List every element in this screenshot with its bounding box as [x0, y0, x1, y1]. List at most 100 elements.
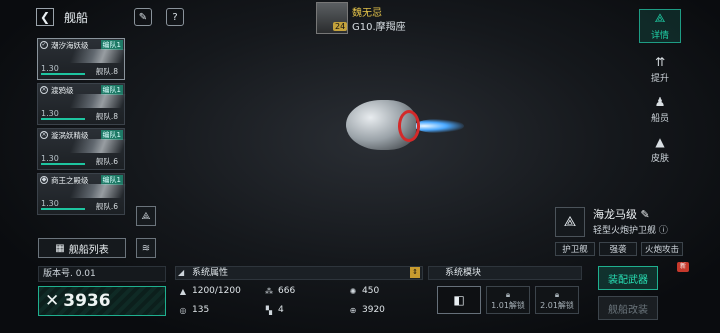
attr-value: 450	[362, 286, 380, 296]
attr-grid: ▚ 4	[264, 305, 284, 315]
attributes-title: 系统属性	[192, 268, 229, 278]
ship-engine-ring	[398, 110, 420, 142]
ship-tag-chip: 护卫舰	[555, 242, 595, 256]
ship-tag-chip: 强袭	[599, 242, 637, 256]
info-icon[interactable]: ⓘ	[659, 226, 668, 236]
ship-tag-chip: 火炮攻击	[641, 242, 683, 256]
module-slot-3[interactable]: 🔒︎ 2.01解锁	[535, 286, 579, 314]
ship-class-icon: ⟁	[555, 207, 585, 237]
ship-fleet: 舰队.6	[95, 202, 118, 211]
tab-skin[interactable]: ▲ 皮肤	[639, 132, 681, 166]
attr-armor: ▲ 1200/1200	[178, 286, 241, 296]
cargo-icon: ⁂	[265, 286, 273, 296]
ship-card[interactable]: × 漩涡妖精级 编队1 1.30 舰队.6	[37, 128, 127, 170]
lock-icon: 🔒︎	[505, 289, 511, 299]
ship-level: 1.30	[41, 109, 59, 118]
module-slot-2[interactable]: 🔒︎ 1.01解锁	[486, 286, 530, 314]
upgrade-icon: ⇈	[654, 54, 666, 69]
attr-value: 4	[278, 305, 284, 315]
ship-fleet: 舰队.8	[95, 112, 118, 121]
tab-upgrade[interactable]: ⇈ 提升	[639, 52, 681, 86]
module-unlock-label: 1.01解锁	[491, 300, 525, 310]
crew-icon: ♟	[654, 94, 666, 109]
wave-icon: ≋	[141, 242, 151, 254]
attr-value: 135	[192, 305, 210, 315]
attr-value: 3920	[362, 305, 385, 315]
ship-list-label: 舰船列表	[68, 244, 109, 256]
ship-list-button[interactable]: ▦ 舰船列表	[38, 238, 126, 258]
crossed-swords-icon: ✕	[45, 291, 60, 311]
new-badge: 新	[677, 262, 689, 272]
commander-level: 24	[333, 22, 348, 31]
module-slot-1[interactable]: ◧	[437, 286, 481, 314]
expand-icon[interactable]: ◢	[178, 268, 184, 277]
ship-modify-button[interactable]: 舰船改装	[598, 296, 658, 320]
check-icon: ✓	[40, 41, 48, 49]
ship-thumbnail	[69, 49, 127, 63]
pen-icon: ✎	[138, 11, 148, 23]
location-label: G10.摩羯座	[352, 22, 406, 33]
tab-label: 详情	[650, 31, 669, 41]
shield-icon: ◎	[179, 305, 187, 315]
ship-progress	[41, 208, 85, 210]
check-icon: ×	[40, 86, 48, 94]
page-title: 舰船	[64, 11, 89, 25]
question-icon: ?	[172, 11, 178, 23]
range-icon: ⊕	[349, 305, 357, 315]
ship-card[interactable]: ◆ 商王之殿级 编队1 1.30 舰队.6	[37, 173, 127, 215]
fleet-icon: ⟁	[141, 210, 151, 222]
ship-thumbnail	[69, 94, 127, 108]
module-icon: ◧	[453, 293, 465, 307]
ship-type: 轻型火炮护卫舰 ⓘ	[593, 223, 668, 236]
fleet-filter-button[interactable]: ⟁	[136, 206, 156, 226]
attr-range: ⊕ 3920	[348, 305, 385, 315]
tab-label: 皮肤	[650, 153, 669, 164]
ship-progress	[41, 163, 85, 165]
back-button[interactable]: ❮	[36, 8, 54, 26]
attr-cargo: ⁂ 666	[264, 286, 295, 296]
edit-icon[interactable]: ✎	[641, 208, 650, 221]
sort-toggle-icon[interactable]: ⇕	[410, 267, 420, 278]
attr-speed: ✺ 450	[348, 286, 380, 296]
edit-button[interactable]: ✎	[134, 8, 152, 26]
ship-fleet: 舰队.6	[95, 157, 118, 166]
ship-level: 1.30	[41, 199, 59, 208]
speed-icon: ✺	[349, 286, 357, 296]
ship-fleet: 舰队.8	[95, 67, 118, 76]
ship-progress	[41, 118, 85, 120]
armor-icon: ▲	[179, 286, 187, 296]
ship-level: 1.30	[41, 154, 59, 163]
ship-level: 1.30	[41, 64, 59, 73]
combat-power: ✕ 3936	[38, 286, 166, 316]
ship-name: 海龙马级 ✎	[593, 206, 650, 222]
grid-icon: ▦	[55, 242, 65, 254]
ship-type-text: 轻型火炮护卫舰	[593, 226, 657, 236]
ship-model[interactable]	[346, 100, 464, 150]
ship-thumbnail	[69, 139, 127, 153]
attributes-header: 系统属性	[175, 266, 423, 280]
skin-icon: ▲	[655, 134, 665, 149]
chevron-left-icon: ❮	[39, 10, 51, 24]
tab-crew[interactable]: ♟ 船员	[639, 92, 681, 126]
ship-name-text: 海龙马级	[593, 208, 637, 221]
ship-card[interactable]: ✓ 潮汐海妖级 编队1 1.30 舰队.8	[37, 38, 127, 80]
modules-header: 系统模块	[428, 266, 582, 280]
attr-value: 1200/1200	[192, 286, 241, 296]
ship-thumbnail	[69, 184, 127, 198]
version-label: 版本号. 0.01	[38, 266, 166, 282]
tab-label: 提升	[650, 73, 669, 84]
module-unlock-label: 2.01解锁	[540, 300, 574, 310]
power-value: 3936	[63, 291, 111, 311]
equip-weapons-button[interactable]: 装配武器	[598, 266, 658, 290]
attr-shield: ◎ 135	[178, 305, 210, 315]
tab-details[interactable]: ⟁ 详情	[639, 9, 681, 43]
modules-title: 系统模块	[445, 268, 482, 278]
ship-card-name: 渡鸦级	[51, 86, 74, 95]
ship-progress	[41, 73, 85, 75]
ship-card[interactable]: × 渡鸦级 编队1 1.30 舰队.8	[37, 83, 127, 125]
shield-small-icon: ◆	[40, 176, 48, 184]
sort-button[interactable]: ≋	[136, 238, 156, 258]
help-button[interactable]: ?	[166, 8, 184, 26]
tab-label: 船员	[650, 113, 669, 124]
check-icon: ×	[40, 131, 48, 139]
